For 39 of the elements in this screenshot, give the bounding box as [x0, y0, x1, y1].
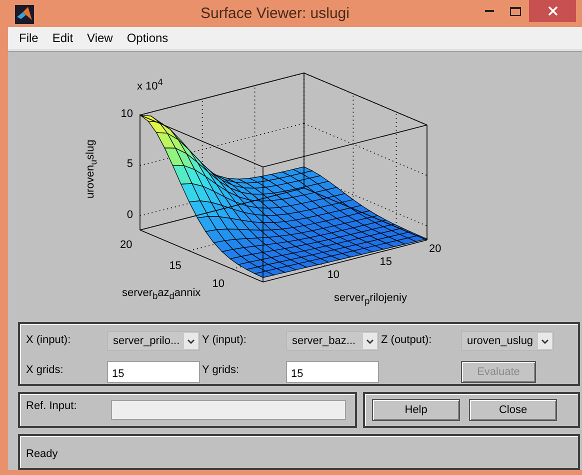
tick-label: 15: [380, 256, 392, 268]
maximize-icon[interactable]: [510, 6, 521, 16]
dropdown[interactable]: server_baz...: [286, 331, 379, 351]
dialog-button[interactable]: Help: [372, 399, 460, 421]
axis-label: server$_{b}$az$_{d}$annix: [122, 287, 201, 302]
field-label: Z (output):: [381, 334, 433, 346]
field-label: Ref. Input:: [26, 400, 77, 412]
window-title: Surface Viewer: uslugi: [200, 5, 350, 22]
menu-item[interactable]: Options: [120, 31, 176, 45]
tick-label: 15: [169, 260, 182, 272]
tick-label: 5: [126, 158, 133, 170]
tick-label: 10: [327, 269, 340, 282]
caret-icon: [538, 333, 552, 349]
exponent-label: x 10$^{4}$: [137, 77, 163, 93]
tick-label: 10: [120, 108, 133, 120]
tick-label: 10: [212, 278, 224, 290]
minimize-icon[interactable]: [484, 10, 494, 12]
dialog-button[interactable]: Close: [469, 399, 557, 421]
close-icon: [548, 6, 558, 16]
tick-label: 20: [120, 239, 132, 251]
axis-label: server$_{p}$rilojeniy: [334, 292, 407, 306]
close-button[interactable]: [529, 0, 576, 22]
input-field[interactable]: 15: [107, 361, 200, 383]
menu-item[interactable]: Edit: [45, 31, 80, 45]
logo-icon: [15, 4, 34, 24]
menu-item[interactable]: File: [12, 31, 46, 45]
tick-label: 20: [429, 243, 442, 255]
menu-item[interactable]: View: [80, 31, 120, 45]
field-label: Y (input):: [202, 334, 248, 346]
tick-label: 0: [126, 208, 133, 221]
dropdown[interactable]: server_prilo...: [107, 331, 200, 351]
caret-icon: [363, 333, 377, 349]
field-label: X grids:: [26, 364, 64, 376]
input-field[interactable]: 15: [286, 361, 379, 383]
field-label: X (input):: [26, 334, 72, 346]
field-label: Y grids:: [202, 364, 240, 376]
dropdown[interactable]: uroven_uslug: [461, 331, 554, 351]
caret-icon: [184, 333, 198, 349]
status-text: Ready: [26, 448, 58, 460]
